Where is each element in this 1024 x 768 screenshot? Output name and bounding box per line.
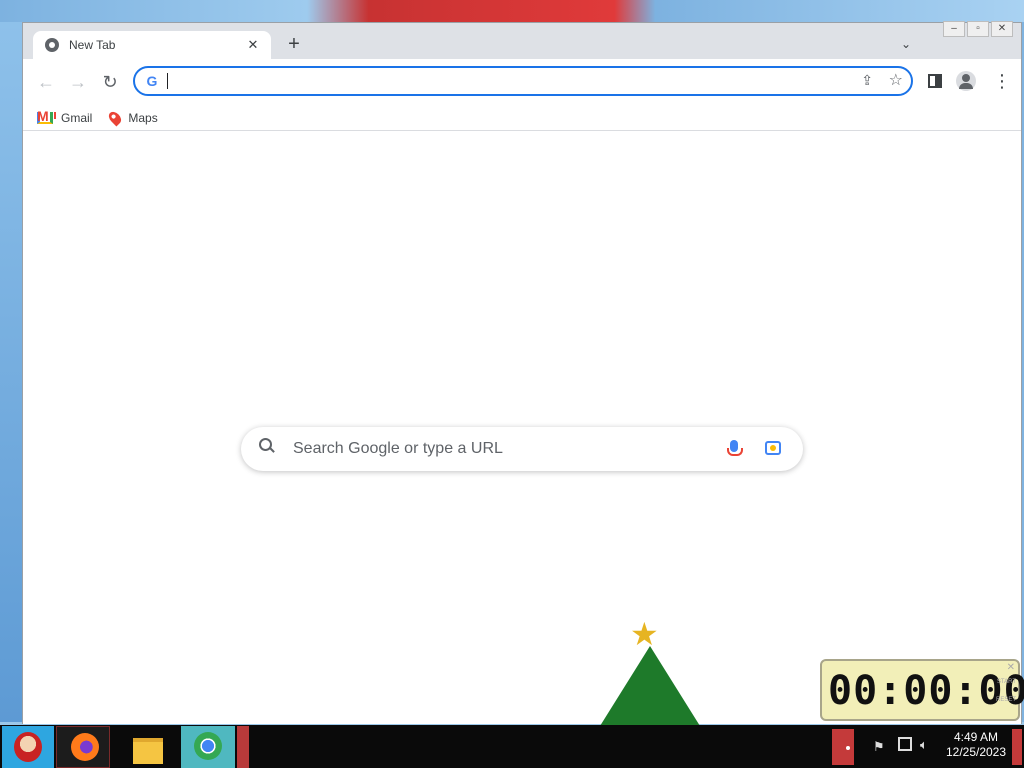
timer-widget: 00:00:00 ✕ START RESET	[820, 659, 1024, 721]
maximize-button[interactable]: ▫	[967, 21, 989, 37]
tray-app-icon[interactable]	[832, 729, 854, 765]
search-icon	[259, 438, 275, 454]
show-desktop-button[interactable]	[1012, 729, 1022, 765]
taskbar: ⚑ 🔈︎ 4:49 AM 12/25/2023	[0, 725, 1024, 768]
side-panel-icon[interactable]	[928, 74, 942, 88]
tab-strip: New Tab ✕ + ⌄ – ▫ ✕	[23, 21, 1021, 59]
voice-search-mic-icon[interactable]	[727, 440, 743, 456]
share-icon[interactable]: ⇪	[861, 72, 873, 89]
minimize-button[interactable]: –	[943, 21, 965, 37]
address-bar[interactable]: G ⇪ ☆	[133, 66, 913, 96]
bookmarks-bar: Gmail Maps	[23, 105, 1021, 131]
network-icon[interactable]	[898, 737, 912, 751]
volume-icon[interactable]: 🔈︎	[920, 737, 928, 753]
bookmark-label: Maps	[128, 110, 158, 125]
chrome-favicon-icon	[45, 38, 59, 52]
close-window-button[interactable]: ✕	[991, 21, 1013, 37]
reload-button[interactable]: ↻	[99, 71, 121, 93]
gmail-icon	[37, 108, 53, 124]
ntp-search-input[interactable]	[293, 439, 713, 459]
clock-date: 12/25/2023	[945, 745, 1007, 759]
bookmark-gmail[interactable]: Gmail	[37, 108, 93, 125]
christmas-tree-decoration: ★	[600, 618, 700, 726]
timer-digits: 00:00:00	[828, 668, 1024, 714]
maps-pin-icon	[106, 109, 124, 126]
text-caret	[167, 73, 168, 89]
tab-search-chevron-icon[interactable]: ⌄	[901, 37, 911, 51]
desktop-wallpaper-top	[0, 0, 1024, 22]
bookmark-label: Gmail	[61, 110, 93, 125]
new-tab-button[interactable]: +	[283, 34, 305, 56]
tab-close-icon[interactable]: ✕	[243, 37, 263, 53]
tree-body	[600, 646, 700, 726]
action-center-flag-icon[interactable]: ⚑	[873, 739, 885, 755]
timer-close-icon[interactable]: ✕	[1007, 662, 1015, 673]
timer-start-button[interactable]: START	[997, 679, 1016, 685]
tab-new-tab[interactable]: New Tab ✕	[33, 31, 271, 59]
back-button[interactable]: ←	[35, 71, 57, 93]
browser-toolbar: ← → ↻ G ⇪ ☆ ⋮	[23, 59, 1021, 105]
tree-star-icon: ★	[630, 616, 659, 652]
google-lens-camera-icon[interactable]	[765, 441, 781, 455]
browser-window: New Tab ✕ + ⌄ – ▫ ✕ ← → ↻ G ⇪ ☆ ⋮ Gmail	[22, 21, 1022, 724]
ntp-search-box[interactable]	[241, 427, 803, 471]
system-clock[interactable]: 4:49 AM 12/25/2023	[944, 730, 1008, 760]
google-g-icon: G	[146, 73, 158, 89]
file-explorer-icon[interactable]	[120, 726, 176, 768]
address-input[interactable]	[171, 71, 811, 91]
bookmark-star-icon[interactable]: ☆	[889, 70, 903, 90]
timer-reset-button[interactable]: RESET	[996, 697, 1016, 703]
tab-title: New Tab	[69, 38, 116, 52]
clock-time: 4:49 AM	[953, 730, 999, 744]
forward-button[interactable]: →	[67, 71, 89, 93]
firefox-icon[interactable]	[56, 726, 110, 768]
profile-avatar-icon[interactable]	[956, 71, 976, 91]
kebab-menu-icon[interactable]: ⋮	[993, 69, 1011, 93]
desktop-wallpaper-left	[0, 22, 22, 722]
santa-start-icon[interactable]	[2, 726, 54, 768]
window-controls: – ▫ ✕	[941, 21, 1013, 37]
chrome-icon[interactable]	[181, 726, 235, 768]
taskbar-extra-item[interactable]	[237, 726, 249, 768]
new-tab-page	[23, 132, 1021, 724]
bookmark-maps[interactable]: Maps	[106, 109, 158, 126]
